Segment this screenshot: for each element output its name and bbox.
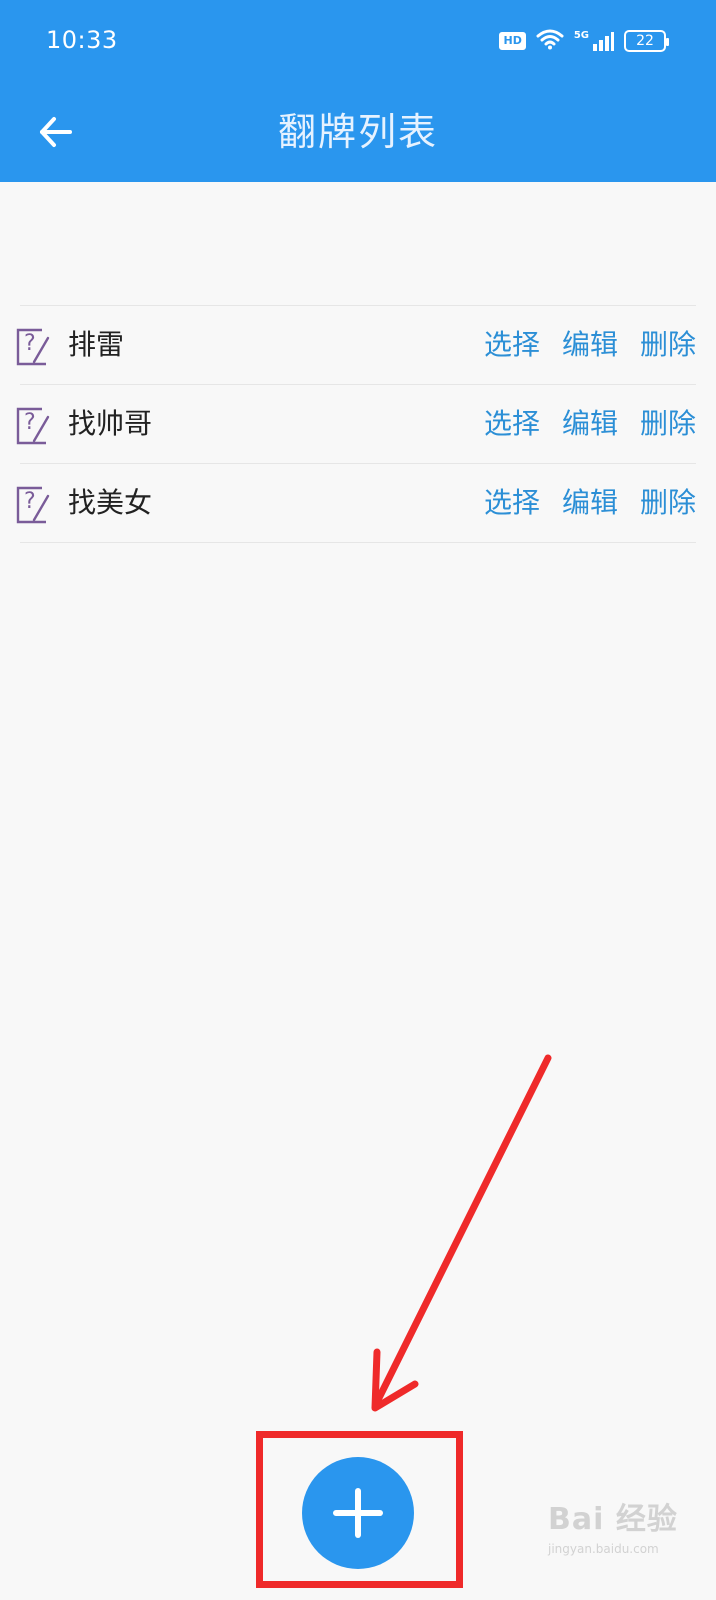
item-actions: 选择 编辑 删除	[484, 405, 696, 443]
item-label: 排雷	[68, 328, 125, 361]
item-label: 找美女	[68, 486, 153, 519]
plus-icon	[333, 1488, 383, 1538]
status-bar: 10:33 HD 5G 22	[0, 0, 716, 82]
battery-icon: 22	[624, 30, 669, 52]
select-button[interactable]: 选择	[484, 405, 540, 443]
edit-button[interactable]: 编辑	[562, 405, 618, 443]
wifi-icon	[536, 28, 564, 54]
item-actions: 选择 编辑 删除	[484, 484, 696, 522]
delete-button[interactable]: 删除	[640, 326, 696, 364]
svg-text:?: ?	[24, 410, 36, 435]
watermark: Bai 经验 jingyan.baidu.com	[548, 1494, 708, 1594]
item-label: 找帅哥	[68, 407, 153, 440]
select-button[interactable]: 选择	[484, 326, 540, 364]
list-item: ? 找美女 选择 编辑 删除	[16, 463, 696, 543]
status-time: 10:33	[46, 26, 118, 54]
signal-icon: 5G	[574, 30, 614, 52]
question-note-icon: ?	[16, 407, 50, 445]
app-bar: 翻牌列表	[0, 82, 716, 182]
battery-level: 22	[636, 33, 654, 49]
hd-icon: HD	[499, 32, 526, 50]
watermark-url: jingyan.baidu.com	[548, 1542, 659, 1556]
add-button[interactable]	[302, 1457, 414, 1569]
question-note-icon: ?	[16, 328, 50, 366]
card-list: ? 排雷 选择 编辑 删除 ? 找帅哥 选择 编辑 删除 ? 找美女 选择 编辑…	[16, 305, 696, 543]
delete-button[interactable]: 删除	[640, 405, 696, 443]
edit-button[interactable]: 编辑	[562, 326, 618, 364]
svg-text:?: ?	[24, 489, 36, 514]
delete-button[interactable]: 删除	[640, 484, 696, 522]
list-item: ? 排雷 选择 编辑 删除	[16, 305, 696, 384]
status-icons: HD 5G 22	[499, 26, 669, 56]
page-title: 翻牌列表	[277, 110, 438, 154]
question-note-icon: ?	[16, 486, 50, 524]
edit-button[interactable]: 编辑	[562, 484, 618, 522]
annotation-arrow	[371, 1054, 552, 1412]
watermark-logo: Bai 经验	[548, 1502, 678, 1537]
select-button[interactable]: 选择	[484, 484, 540, 522]
network-label: 5G	[573, 30, 589, 41]
item-actions: 选择 编辑 删除	[484, 326, 696, 364]
list-item: ? 找帅哥 选择 编辑 删除	[16, 384, 696, 463]
svg-text:?: ?	[24, 331, 36, 356]
